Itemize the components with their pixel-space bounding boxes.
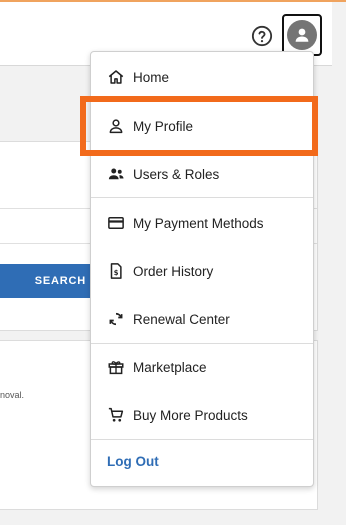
menu-item-payment-methods[interactable]: My Payment Methods [91,199,313,247]
help-circle-icon[interactable] [251,25,273,47]
page-scrollbar[interactable] [336,2,346,525]
invoice-icon: $ [110,263,122,279]
highlight-box [80,96,318,156]
search-button-label: SEARCH [34,275,86,287]
menu-item-label: Users & Roles [133,166,220,182]
users-icon [108,168,124,180]
partial-background-text: noval. [0,390,25,400]
menu-item-renewal-center[interactable]: Renewal Center [91,295,313,343]
menu-divider [91,439,313,440]
gift-icon [108,361,124,375]
menu-item-home[interactable]: Home [91,53,313,101]
menu-item-label: Renewal Center [133,311,230,327]
home-icon [108,70,124,84]
menu-divider [91,197,313,198]
renew-icon [109,312,123,326]
search-button[interactable]: SEARCH [0,264,96,298]
menu-item-marketplace[interactable]: Marketplace [91,343,313,391]
menu-item-label: Marketplace [133,359,207,375]
menu-item-label: My Payment Methods [133,215,264,231]
menu-item-users-roles[interactable]: Users & Roles [91,150,313,198]
cart-icon [108,407,124,422]
menu-item-label: Buy More Products [133,407,248,423]
account-menu-button[interactable] [282,14,322,56]
logout-link[interactable]: Log Out [107,454,159,469]
menu-item-label: Home [133,69,170,85]
svg-text:$: $ [114,269,119,277]
menu-item-label: Order History [133,263,214,279]
menu-item-order-history[interactable]: $ Order History [91,247,313,295]
menu-item-buy-more-products[interactable]: Buy More Products [91,391,313,439]
credit-card-icon [108,217,124,229]
user-avatar-icon [287,20,317,50]
